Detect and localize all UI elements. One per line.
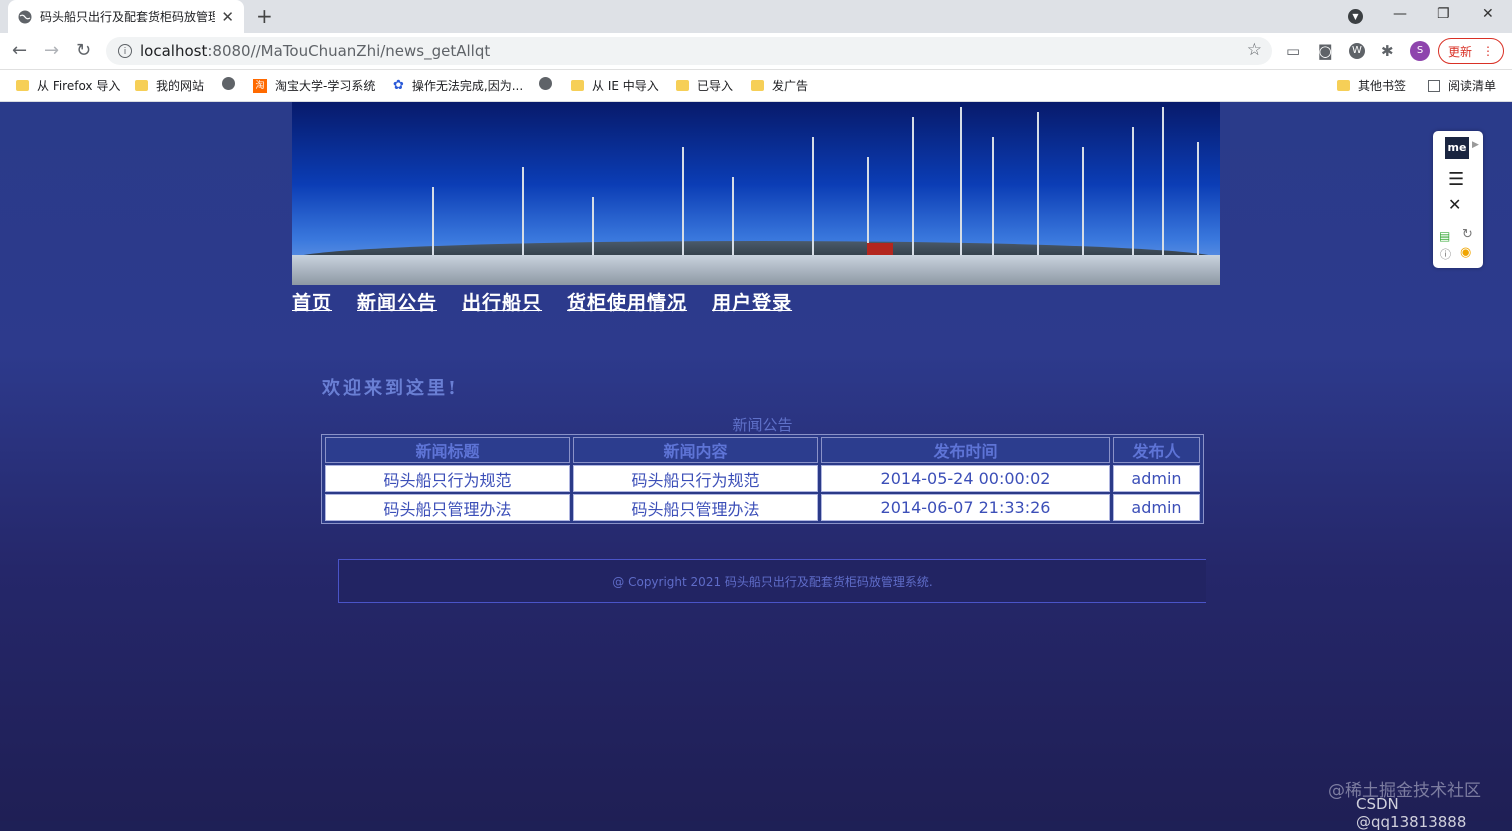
table-header-row: 新闻标题 新闻内容 发布时间 发布人 <box>325 437 1200 463</box>
footer-area: @ Copyright 2021 码头船只出行及配套货柜码放管理系统. <box>322 548 1206 608</box>
publish-time-cell: 2014-05-24 00:00:02 <box>821 465 1110 492</box>
other-bookmarks[interactable]: 其他书签 <box>1337 77 1406 94</box>
site-nav: 首页 新闻公告 出行船只 货柜使用情况 用户登录 <box>292 288 817 315</box>
extensions-puzzle-icon[interactable]: ✱ <box>1381 42 1394 60</box>
address-bar[interactable]: i localhost:8080//MaTouChuanZhi/news_get… <box>106 37 1272 65</box>
column-header: 发布时间 <box>821 437 1110 463</box>
news-title-cell[interactable]: 码头船只行为规范 <box>325 465 570 492</box>
bookmark-star-icon[interactable]: ☆ <box>1247 40 1262 60</box>
column-header: 新闻标题 <box>325 437 570 463</box>
expand-arrow-icon[interactable]: ▶ <box>1472 140 1479 150</box>
folder-icon <box>571 80 584 91</box>
eye-icon[interactable]: ◉ <box>1460 245 1471 260</box>
new-tab-button[interactable]: + <box>256 4 273 28</box>
baidu-paw-icon: ✿ <box>393 78 404 93</box>
table-row: 码头船只行为规范 码头船只行为规范 2014-05-24 00:00:02 ad… <box>325 465 1200 492</box>
browser-toolbar: ← → ↻ i localhost:8080//MaTouChuanZhi/ne… <box>0 33 1512 70</box>
bookmark-item[interactable] <box>222 77 243 90</box>
reading-list[interactable]: 阅读清单 <box>1428 77 1496 94</box>
bookmark-item[interactable]: 从 IE 中导入 <box>571 77 659 94</box>
news-title-cell[interactable]: 码头船只管理办法 <box>325 494 570 521</box>
taobao-icon: 淘 <box>253 78 267 93</box>
reading-list-icon <box>1428 79 1440 92</box>
bookmark-item[interactable]: 淘淘宝大学-学习系统 <box>253 77 375 94</box>
tab-close-icon[interactable]: ✕ <box>221 8 234 26</box>
footer: @ Copyright 2021 码头船只出行及配套货柜码放管理系统. <box>338 559 1206 603</box>
column-header: 新闻内容 <box>573 437 818 463</box>
bookmark-item[interactable]: ✿ 操作无法完成,因为... <box>393 77 523 94</box>
w-extension-icon[interactable]: W <box>1349 43 1365 59</box>
magic-wand-icon[interactable]: ✕ <box>1448 195 1461 214</box>
tab-search-icon[interactable]: ▼ <box>1348 9 1363 24</box>
welcome-text: 欢迎来到这里! <box>322 378 459 399</box>
me-logo-icon[interactable]: me <box>1445 137 1469 159</box>
news-table: 新闻标题 新闻内容 发布时间 发布人 码头船只行为规范 码头船只行为规范 201… <box>321 434 1204 524</box>
publish-time-cell: 2014-06-07 21:33:26 <box>821 494 1110 521</box>
refresh-icon[interactable]: ↻ <box>1462 227 1473 242</box>
update-label: 更新 <box>1447 44 1472 59</box>
news-content-cell: 码头船只管理办法 <box>573 494 818 521</box>
bookmark-item[interactable]: 从 Firefox 导入 <box>16 77 120 94</box>
folder-icon <box>16 80 29 91</box>
table-caption: 新闻公告 <box>732 416 793 434</box>
close-window-button[interactable]: ✕ <box>1482 6 1494 22</box>
cast-icon[interactable]: ▭ <box>1286 42 1300 60</box>
bookmarks-bar: 从 Firefox 导入 我的网站 淘淘宝大学-学习系统 ✿ 操作无法完成,因为.… <box>0 70 1512 102</box>
news-content-cell: 码头船只行为规范 <box>573 465 818 492</box>
nav-login[interactable]: 用户登录 <box>712 288 792 315</box>
folder-icon <box>751 80 764 91</box>
reload-button[interactable]: ↻ <box>76 40 91 61</box>
hamburger-menu-icon[interactable]: ☰ <box>1448 169 1464 190</box>
page-content: 首页 新闻公告 出行船只 货柜使用情况 用户登录 欢迎来到这里! 新闻公告 新闻… <box>0 102 1512 821</box>
folder-icon <box>676 80 689 91</box>
folder-icon <box>1337 80 1350 91</box>
site-info-icon[interactable]: i <box>118 44 132 58</box>
copyright-text: @ Copyright 2021 码头船只出行及配套货柜码放管理系统. <box>612 574 933 589</box>
bookmark-item[interactable] <box>539 77 560 90</box>
globe-icon <box>222 77 235 90</box>
nav-home[interactable]: 首页 <box>292 288 332 315</box>
minimize-button[interactable]: — <box>1393 6 1407 22</box>
watermark-csdn: CSDN @qq13813888 <box>1356 795 1467 831</box>
globe-icon <box>539 77 552 90</box>
tab-title: 码头船只出行及配套货柜码放管理 <box>40 10 216 24</box>
restore-button[interactable]: ❐ <box>1437 6 1450 22</box>
menu-dots-icon: ⋮ <box>1482 44 1494 58</box>
url-text: localhost:8080//MaTouChuanZhi/news_getAl… <box>140 42 491 60</box>
extension-floating-panel: me ▶ ☰ ✕ ▤ ↻ ⓘ ◉ <box>1433 131 1483 268</box>
info-circle-icon[interactable]: ⓘ <box>1440 246 1451 262</box>
publisher-cell: admin <box>1113 494 1200 521</box>
cast-green-icon[interactable]: ▤ <box>1439 229 1450 243</box>
folder-icon <box>135 80 148 91</box>
nav-containers[interactable]: 货柜使用情况 <box>567 288 687 315</box>
globe-icon <box>18 10 32 23</box>
browser-tab[interactable]: 码头船只出行及配套货柜码放管理 ✕ <box>8 0 244 33</box>
nav-ships[interactable]: 出行船只 <box>462 288 542 315</box>
back-button[interactable]: ← <box>12 40 27 61</box>
column-header: 发布人 <box>1113 437 1200 463</box>
tab-bar: 码头船只出行及配套货柜码放管理 ✕ + ▼ — ❐ ✕ <box>0 0 1512 33</box>
bookmark-item[interactable]: 发广告 <box>751 77 808 94</box>
forward-button[interactable]: → <box>44 40 59 61</box>
publisher-cell: admin <box>1113 465 1200 492</box>
profile-avatar[interactable]: S <box>1410 41 1430 61</box>
bookmark-item[interactable]: 我的网站 <box>135 77 204 94</box>
nav-news[interactable]: 新闻公告 <box>357 288 437 315</box>
bookmark-item[interactable]: 已导入 <box>676 77 733 94</box>
harbor-banner-image <box>292 102 1220 285</box>
camera-icon[interactable]: ◙ <box>1318 42 1333 60</box>
table-row: 码头船只管理办法 码头船只管理办法 2014-06-07 21:33:26 ad… <box>325 494 1200 521</box>
update-button[interactable]: 更新 ⋮ <box>1438 38 1504 64</box>
